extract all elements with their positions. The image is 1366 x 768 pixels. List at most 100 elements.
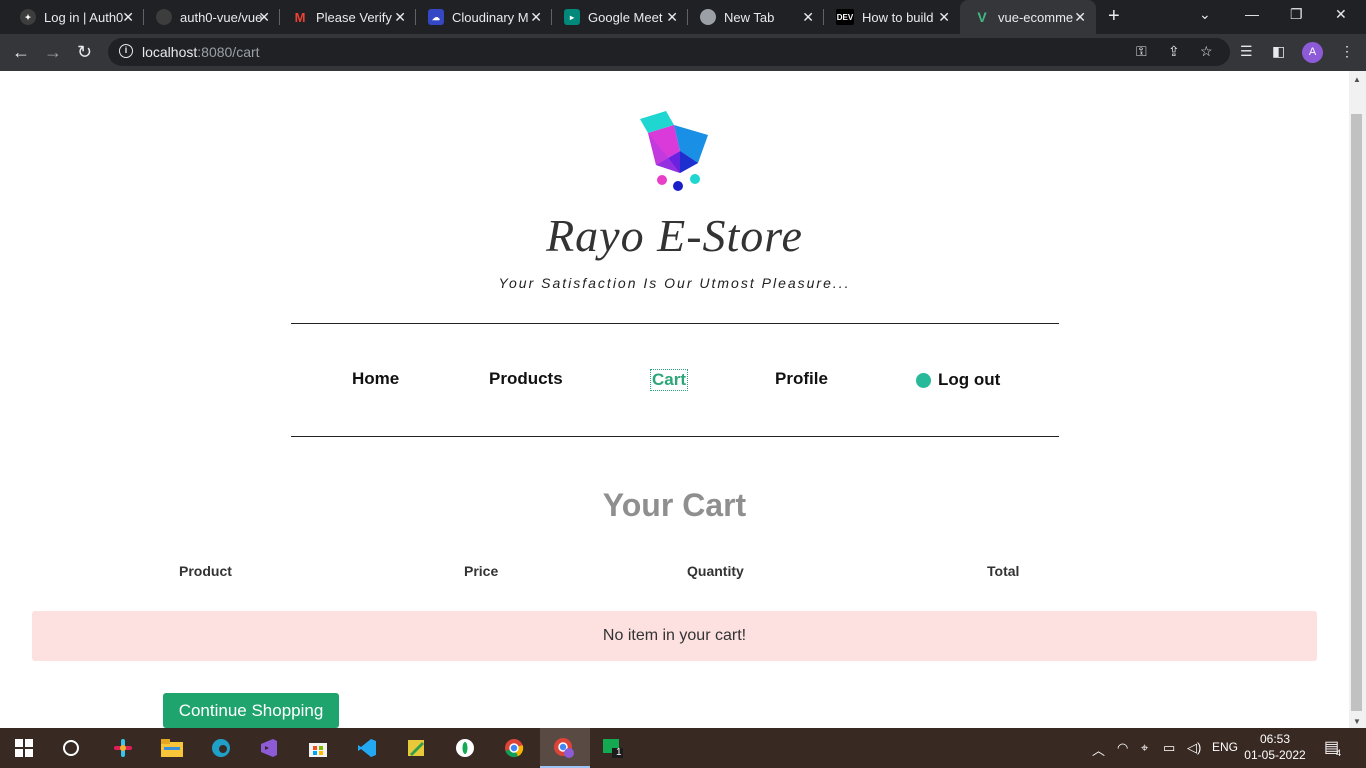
close-window-icon[interactable]: ✕ [1335, 6, 1347, 23]
browser-toolbar: ← → ↻ i localhost:8080/cart [0, 34, 1366, 71]
notification-count-badge: 4 [1336, 748, 1342, 758]
tab-gmail[interactable]: M Please Verify ✕ [272, 0, 416, 34]
column-header-total: Total [987, 563, 1020, 579]
close-tab-icon[interactable]: ✕ [122, 9, 134, 26]
close-tab-icon[interactable]: ✕ [802, 9, 814, 26]
reload-icon[interactable]: ↻ [77, 42, 92, 63]
close-tab-icon[interactable]: ✕ [1074, 9, 1086, 26]
edge-icon[interactable] [210, 737, 232, 759]
key-icon[interactable]: ⚿ [1136, 43, 1147, 60]
gmail-icon: M [294, 9, 306, 25]
store-tagline: Your Satisfaction Is Our Utmost Pleasure… [498, 275, 851, 291]
tab-title: Please Verify [316, 9, 392, 25]
google-meet-icon: ▸ [564, 9, 580, 25]
dev-icon: DEV [836, 9, 854, 25]
forward-icon[interactable]: → [44, 42, 62, 63]
tab-title: Cloudinary M [452, 9, 529, 25]
column-header-quantity: Quantity [687, 563, 744, 579]
tab-vue-ecommerce[interactable]: V vue-ecommerce ✕ [960, 0, 1096, 34]
logout-label: Log out [938, 370, 1001, 389]
chrome-icon [700, 9, 716, 25]
store-title: Rayo E-Store [546, 210, 803, 261]
vscode-icon[interactable] [356, 737, 378, 759]
language-indicator[interactable]: ENG [1212, 740, 1238, 754]
github-icon [156, 9, 172, 25]
location-icon[interactable]: ⌖ [1141, 740, 1148, 756]
empty-cart-alert: No item in your cart! [32, 611, 1317, 661]
nav-divider-top [291, 323, 1059, 324]
nav-home-link[interactable]: Home [352, 369, 399, 389]
minimize-icon[interactable]: — [1245, 6, 1259, 22]
nav-profile-link[interactable]: Profile [775, 369, 828, 389]
microsoft-store-icon[interactable] [307, 737, 329, 759]
show-hidden-icons-icon[interactable]: ︿ [1092, 740, 1105, 759]
close-tab-icon[interactable]: ✕ [394, 9, 406, 26]
tab-title: Log in | Auth0 [44, 9, 124, 25]
close-tab-icon[interactable]: ✕ [530, 9, 542, 26]
nav-logout-link[interactable]: Log out [916, 370, 1000, 390]
windows-start-icon[interactable] [13, 737, 35, 759]
search-icon[interactable] [60, 737, 82, 759]
tab-new-tab[interactable]: New Tab ✕ [680, 0, 824, 34]
tools-app-icon[interactable] [405, 737, 427, 759]
page-scrollbar[interactable]: ▲ ▼ [1349, 71, 1366, 728]
column-header-price: Price [464, 563, 499, 579]
page-content: Rayo E-Store Your Satisfaction Is Our Ut… [0, 71, 1349, 728]
new-tab-button[interactable]: + [1108, 5, 1120, 28]
reading-list-icon[interactable]: ☰ [1240, 43, 1253, 60]
close-tab-icon[interactable]: ✕ [258, 9, 270, 26]
file-explorer-icon[interactable] [161, 737, 183, 759]
clock-date: 01-05-2022 [1244, 748, 1306, 762]
close-tab-icon[interactable]: ✕ [938, 9, 950, 26]
tab-title: How to build [862, 9, 934, 25]
site-info-icon[interactable]: i [119, 44, 133, 58]
profile-avatar[interactable]: A [1302, 42, 1323, 63]
close-tab-icon[interactable]: ✕ [666, 9, 678, 26]
nav-cart-link[interactable]: Cart [650, 369, 689, 391]
cloudinary-icon: ☁ [428, 9, 444, 25]
chrome-profile-taskbar-icon[interactable] [553, 737, 575, 759]
cart-heading: Your Cart [602, 487, 747, 523]
tab-cloudinary[interactable]: ☁ Cloudinary M ✕ [408, 0, 552, 34]
back-icon[interactable]: ← [12, 42, 30, 63]
tab-search-icon[interactable]: ⌄ [1199, 6, 1211, 23]
visual-studio-icon[interactable] [258, 737, 280, 759]
tab-title: vue-ecommerce [998, 9, 1074, 25]
nav-divider-bottom [291, 436, 1059, 437]
store-logo-icon [640, 111, 708, 191]
scroll-up-icon[interactable]: ▲ [1353, 75, 1361, 84]
nav-products-link[interactable]: Products [489, 369, 563, 389]
windows-taskbar [0, 728, 1366, 768]
system-clock[interactable]: 06:53 01-05-2022 [1240, 731, 1310, 763]
bookmark-star-icon[interactable]: ☆ [1200, 43, 1213, 60]
scroll-down-icon[interactable]: ▼ [1353, 717, 1361, 726]
wifi-icon[interactable]: ◠ [1117, 740, 1128, 756]
chrome-taskbar-icon[interactable] [503, 737, 525, 759]
vue-icon: V [977, 9, 987, 25]
tab-title: auth0-vue/vue [180, 9, 263, 25]
tab-title: Google Meet [588, 9, 663, 25]
tab-dev[interactable]: DEV How to build ✕ [816, 0, 960, 34]
address-bar[interactable]: i localhost:8080/cart [108, 38, 1230, 66]
tab-auth0[interactable]: ✦ Log in | Auth0 ✕ [0, 0, 144, 34]
user-avatar-icon [916, 372, 931, 388]
tab-google-meet[interactable]: ▸ Google Meet ✕ [544, 0, 688, 34]
share-icon[interactable]: ⇪ [1168, 43, 1180, 60]
slack-icon[interactable] [112, 737, 134, 759]
auth0-icon: ✦ [20, 9, 36, 25]
continue-shopping-button[interactable]: Continue Shopping [163, 693, 339, 728]
tab-github[interactable]: auth0-vue/vue ✕ [136, 0, 280, 34]
app-badge-count: 1 [616, 747, 622, 758]
scroll-thumb[interactable] [1351, 114, 1362, 711]
browser-tab-strip: ✦ Log in | Auth0 ✕ auth0-vue/vue ✕ M Ple… [0, 0, 1366, 34]
clock-time: 06:53 [1259, 732, 1291, 746]
url-text: localhost:8080/cart [142, 44, 260, 60]
side-panel-icon[interactable]: ◧ [1272, 43, 1285, 60]
menu-dots-icon[interactable]: ⋮ [1340, 43, 1354, 60]
column-header-product: Product [179, 563, 232, 579]
maximize-icon[interactable]: ❐ [1290, 6, 1303, 23]
volume-icon[interactable]: ◁) [1187, 740, 1201, 756]
mongodb-compass-icon[interactable] [454, 737, 476, 759]
tab-title: New Tab [724, 9, 775, 25]
battery-icon[interactable]: ▭ [1163, 740, 1175, 756]
